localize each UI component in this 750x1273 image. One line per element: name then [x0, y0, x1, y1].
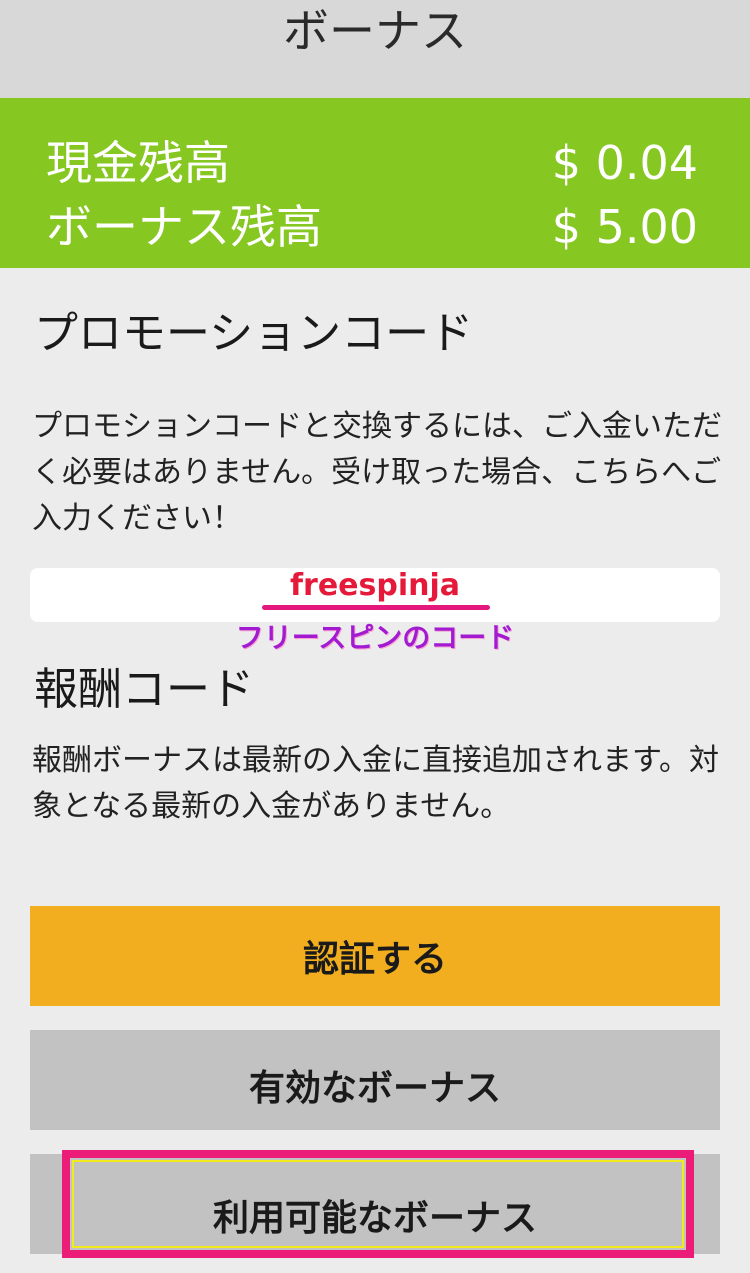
reward-code-title: 報酬コード — [34, 664, 254, 715]
available-bonus-button[interactable]: 利用可能なボーナス — [30, 1154, 720, 1254]
bonus-page: ボーナス 現金残高 $ 0.04 ボーナス残高 $ 5.00 プロモーションコー… — [0, 0, 750, 1273]
promo-code-value: freespinja — [289, 568, 461, 603]
cash-balance-row: 現金残高 $ 0.04 — [46, 132, 698, 194]
active-bonus-button[interactable]: 有効なボーナス — [30, 1030, 720, 1130]
promo-code-description: プロモションコードと交換するには、ご入金いただく必要はありません。受け取った場合… — [32, 409, 722, 536]
reward-code-description: 報酬ボーナスは最新の入金に直接追加されます。対象となる最新の入金がありません。 — [32, 743, 719, 824]
page-header: ボーナス — [0, 0, 750, 98]
cash-balance-label: 現金残高 — [46, 136, 230, 190]
balance-panel: 現金残高 $ 0.04 ボーナス残高 $ 5.00 — [0, 98, 750, 268]
verify-button[interactable]: 認証する — [30, 906, 720, 1006]
bonus-balance-value: $ 5.00 — [551, 200, 698, 254]
page-title: ボーナス — [283, 4, 467, 58]
promo-code-title: プロモーションコード — [34, 308, 474, 359]
bonus-balance-label: ボーナス残高 — [46, 200, 322, 254]
code-underline-annotation — [262, 605, 490, 610]
promo-code-caption: フリースピンのコード — [235, 621, 515, 654]
cash-balance-value: $ 0.04 — [551, 136, 698, 190]
bonus-balance-row: ボーナス残高 $ 5.00 — [46, 196, 698, 258]
